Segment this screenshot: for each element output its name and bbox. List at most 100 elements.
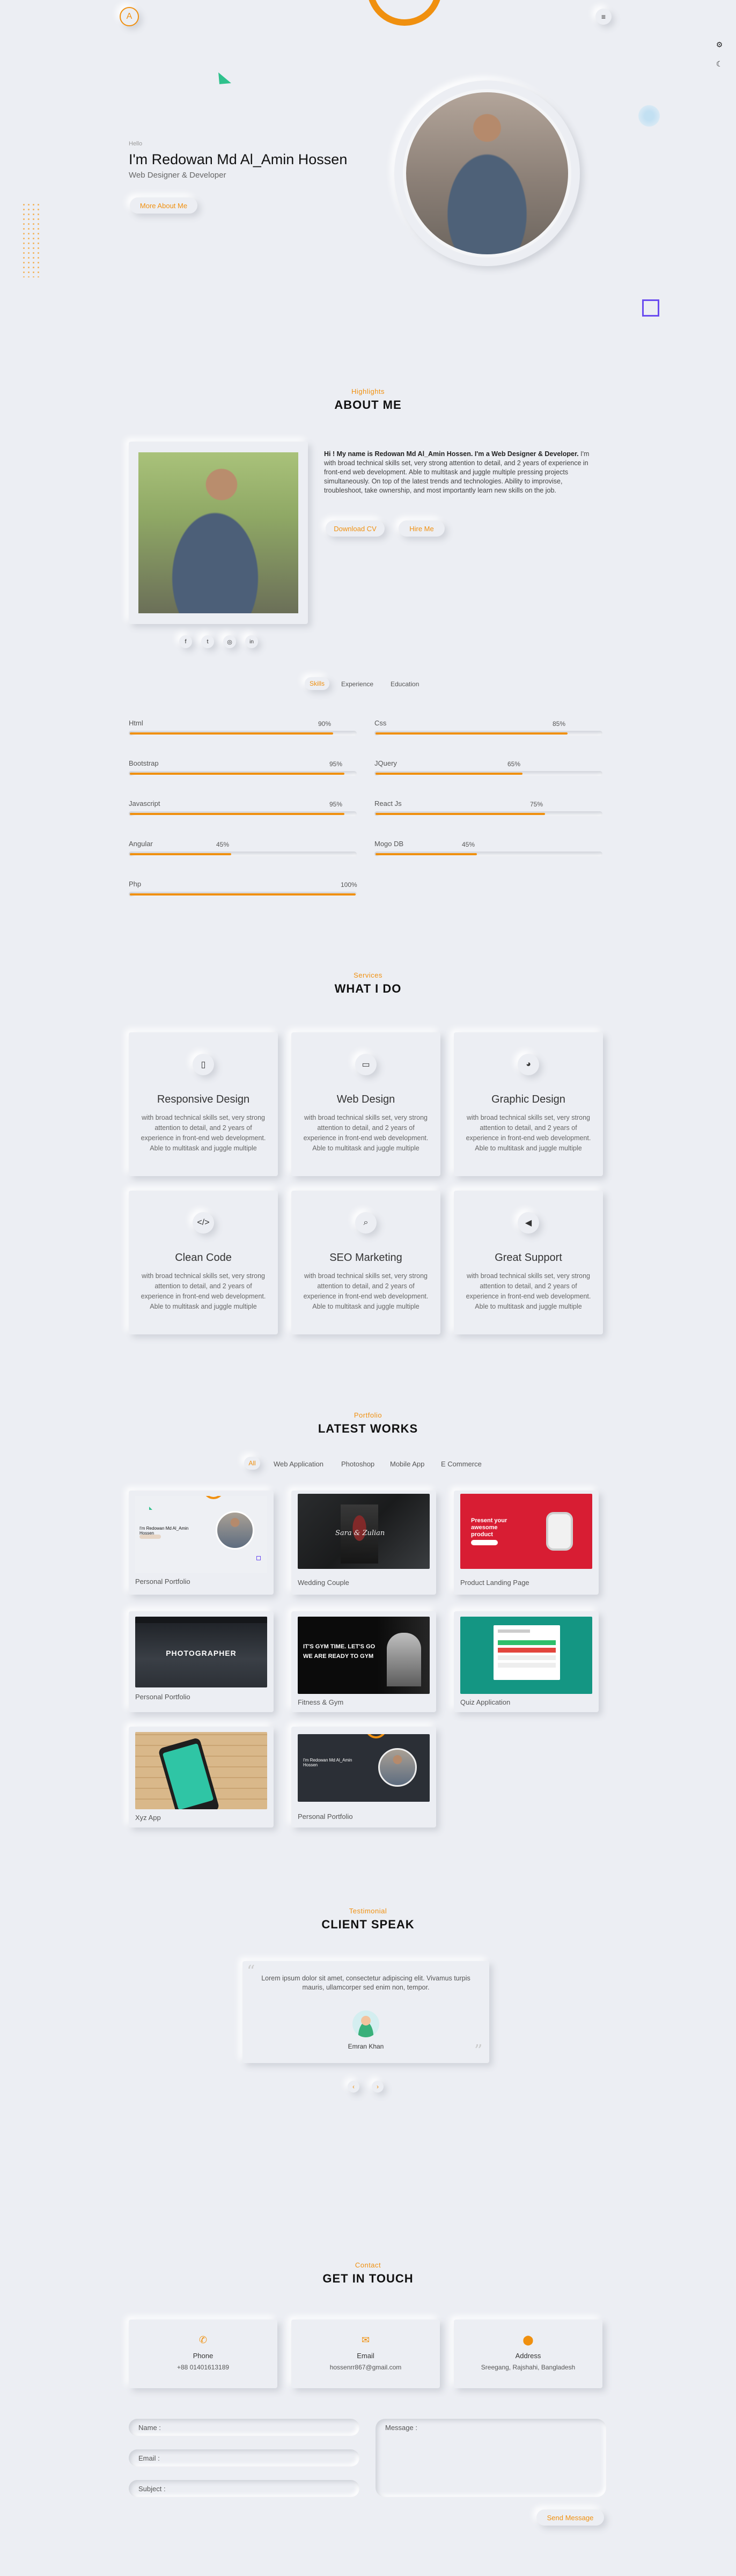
skill-track	[129, 892, 357, 897]
skill-track	[374, 811, 602, 816]
portfolio-card[interactable]: PHOTOGRAPHER Personal Portfolio	[129, 1611, 274, 1712]
skill-bar: Css 85%	[374, 719, 602, 740]
portfolio-card[interactable]: IT'S GYM TIME. LET'S GO WE ARE READY TO …	[291, 1611, 436, 1712]
facebook-icon[interactable]: f	[179, 635, 192, 648]
portfolio-thumb-personal: I'm Redowan Md Al_Amin Hossen	[135, 1496, 267, 1573]
skill-percent: 75%	[530, 801, 543, 808]
mobile-icon: ▯	[193, 1054, 214, 1075]
skill-name: Angular	[129, 840, 153, 848]
blue-dot-decoration	[638, 105, 660, 127]
skill-track	[129, 852, 357, 856]
filter-all[interactable]: All	[244, 1457, 260, 1470]
skill-percent: 100%	[341, 881, 357, 889]
tab-experience[interactable]: Experience	[341, 680, 373, 688]
portfolio-card[interactable]: Xyz App	[129, 1727, 274, 1828]
portfolio-thumb-xyz-app	[135, 1732, 267, 1809]
skill-track	[374, 852, 602, 856]
quote-open-icon: “	[247, 1962, 255, 1981]
skill-track	[374, 731, 602, 736]
about-photo-frame	[129, 442, 308, 624]
services-kicker: Services	[354, 971, 382, 979]
portfolio-card-label: Personal Portfolio	[135, 1693, 190, 1701]
portfolio-card[interactable]: Present your awesome product Product Lan…	[454, 1491, 599, 1595]
skill-percent: 90%	[318, 720, 332, 728]
hire-me-button[interactable]: Hire Me	[399, 520, 445, 537]
service-card[interactable]: ▯ Responsive Design with broad technical s…	[129, 1032, 278, 1176]
portfolio-card[interactable]: I'm Redowan Md Al_Amin Hossen Personal P…	[291, 1727, 436, 1828]
dot-grid-decoration	[21, 202, 40, 277]
name-field[interactable]: Name :	[129, 2419, 359, 2436]
portfolio-thumb-quiz	[460, 1617, 592, 1694]
dark-mode-moon-icon[interactable]: ☾	[713, 58, 725, 70]
tab-education[interactable]: Education	[391, 680, 419, 688]
service-card[interactable]: ◀ Great Support with broad technical skill…	[454, 1191, 603, 1334]
skill-name: JQuery	[374, 759, 397, 767]
skill-percent: 95%	[329, 760, 343, 768]
skill-percent: 95%	[329, 801, 343, 808]
skill-bar: Php 100%	[129, 880, 357, 901]
filter-photoshop[interactable]: Photoshop	[341, 1460, 374, 1468]
portfolio-thumb-wedding: Sara & Zulian	[298, 1494, 430, 1569]
client-name: Emran Khan	[348, 2043, 384, 2050]
download-cv-button[interactable]: Download CV	[326, 520, 385, 537]
about-photo	[138, 452, 298, 613]
skill-fill	[376, 732, 568, 735]
prev-arrow-button[interactable]: ‹	[348, 2081, 359, 2093]
skill-bar: React Js 75%	[374, 799, 602, 821]
service-description: with broad technical skills set, very st…	[303, 1272, 429, 1310]
portfolio-title: LATEST WORKS	[318, 1422, 418, 1435]
contact-card: ✉ Email hossenrr867@gmail.com	[291, 2320, 440, 2388]
next-arrow-button[interactable]: ›	[372, 2081, 384, 2093]
skill-bar: Bootstrap 95%	[129, 759, 357, 781]
send-message-button[interactable]: Send Message	[536, 2509, 604, 2526]
phone-icon: ✆	[198, 2335, 208, 2345]
portfolio-thumb-product: Present your awesome product	[460, 1494, 592, 1569]
filter-web-application[interactable]: Web Application	[274, 1460, 323, 1468]
skill-name: Javascript	[129, 799, 160, 808]
linkedin-icon[interactable]: in	[245, 635, 258, 648]
service-description: with broad technical skills set, very st…	[141, 1272, 266, 1310]
menu-toggle-button[interactable]: ≡	[595, 9, 612, 25]
skill-name: Html	[129, 719, 143, 727]
skill-percent: 45%	[216, 841, 230, 848]
tab-skills[interactable]: Skills	[305, 677, 329, 690]
service-card[interactable]: </> Clean Code with broad technical skills…	[129, 1191, 278, 1334]
logo[interactable]: A	[120, 7, 139, 26]
settings-gear-icon[interactable]: ⚙	[713, 39, 725, 50]
service-card[interactable]: ⌕ SEO Marketing with broad technical skill…	[291, 1191, 440, 1334]
contact-card-title: Phone	[193, 2352, 214, 2360]
testimonial-title: CLIENT SPEAK	[321, 1918, 415, 1931]
laptop-icon: ▭	[355, 1054, 377, 1075]
testimonial-card: “ Lorem ipsum dolor sit amet, consectetu…	[242, 1961, 489, 2063]
service-description: with broad technical skills set, very st…	[466, 1272, 591, 1310]
portfolio-card-label: Personal Portfolio	[135, 1577, 190, 1586]
portfolio-card[interactable]: Quiz Application	[454, 1611, 599, 1712]
skill-percent: 65%	[507, 760, 521, 768]
instagram-icon[interactable]: ◎	[223, 635, 236, 648]
portfolio-card[interactable]: I'm Redowan Md Al_Amin Hossen Personal P…	[129, 1491, 274, 1595]
filter-e-commerce[interactable]: E Commerce	[441, 1460, 482, 1468]
location-pin-icon: ⬤	[522, 2335, 534, 2345]
service-card[interactable]: ▭ Web Design with broad technical skills s…	[291, 1032, 440, 1176]
contact-card: ✆ Phone +88 01401613189	[129, 2320, 277, 2388]
skill-bar: Javascript 95%	[129, 799, 357, 821]
about-intro: Hi ! My name is Redowan Md Al_Amin Hosse…	[324, 450, 590, 494]
code-icon: </>	[193, 1212, 214, 1234]
service-title: Responsive Design	[157, 1093, 250, 1105]
skill-fill	[376, 813, 545, 815]
subject-field[interactable]: Subject :	[129, 2480, 359, 2497]
skill-bar: Mogo DB 45%	[374, 840, 602, 861]
about-title: ABOUT ME	[334, 398, 402, 412]
service-card[interactable]: ◕ Graphic Design with broad technical skil…	[454, 1032, 603, 1176]
skill-bar: Angular 45%	[129, 840, 357, 861]
more-about-me-button[interactable]: More About Me	[130, 197, 197, 214]
portfolio-card[interactable]: Sara & Zulian Wedding Couple	[291, 1491, 436, 1595]
contact-card-value: Sreegang, Rajshahi, Bangladesh	[481, 2364, 576, 2371]
email-field[interactable]: Email :	[129, 2449, 359, 2467]
message-field[interactable]: Message :	[376, 2419, 606, 2497]
service-description: with broad technical skills set, very st…	[466, 1114, 591, 1152]
testimonial-quote: Lorem ipsum dolor sit amet, consectetur …	[261, 1975, 470, 1991]
skill-fill	[376, 853, 477, 855]
filter-mobile-app[interactable]: Mobile App	[390, 1460, 424, 1468]
twitter-icon[interactable]: t	[201, 635, 214, 648]
